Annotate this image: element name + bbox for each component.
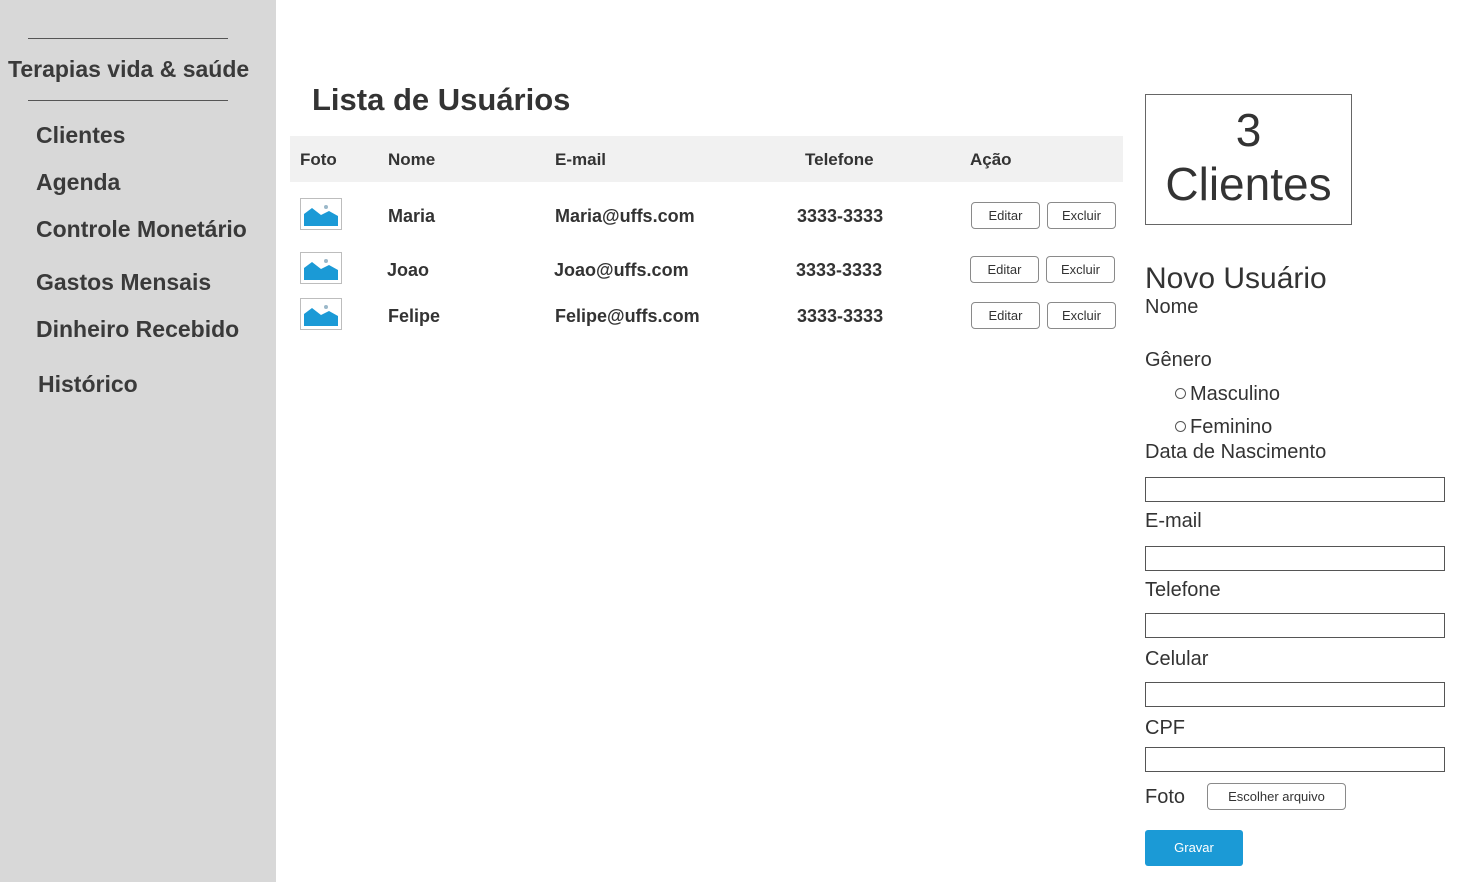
page-title: Lista de Usuários	[312, 82, 571, 117]
image-placeholder-icon	[300, 298, 342, 330]
choose-file-button[interactable]: Escolher arquivo	[1207, 783, 1346, 810]
sidebar-item-historico[interactable]: Histórico	[38, 371, 138, 398]
edit-button[interactable]: Editar	[971, 302, 1040, 329]
column-header-nome: Nome	[388, 150, 436, 169]
client-count-value: 3	[1235, 104, 1262, 156]
user-name: Maria	[388, 206, 436, 226]
sidebar-item-dinheiro-recebido[interactable]: Dinheiro Recebido	[36, 316, 239, 343]
email-field[interactable]	[1145, 546, 1445, 571]
sidebar-divider	[28, 38, 228, 39]
celular-label: Celular	[1145, 648, 1209, 670]
radio-label-feminino: Feminino	[1190, 416, 1273, 438]
email-label: E-mail	[1145, 510, 1202, 532]
user-name: Joao	[387, 260, 430, 280]
form-title: Novo Usuário	[1145, 262, 1327, 295]
user-phone: 3333-3333	[797, 206, 884, 226]
cpf-field[interactable]	[1145, 747, 1445, 772]
image-placeholder-icon	[300, 198, 342, 230]
telefone-field[interactable]	[1145, 613, 1445, 638]
foto-label: Foto	[1145, 786, 1186, 808]
delete-button[interactable]: Excluir	[1046, 256, 1115, 283]
user-phone: 3333-3333	[797, 306, 884, 326]
nome-label: Nome	[1145, 296, 1199, 318]
sidebar-item-agenda[interactable]: Agenda	[36, 169, 120, 196]
nascimento-field[interactable]	[1145, 477, 1445, 502]
radio-option-feminino[interactable]: Feminino	[1175, 416, 1272, 439]
edit-button[interactable]: Editar	[970, 256, 1039, 283]
user-email: Maria@uffs.com	[555, 206, 695, 226]
column-header-acao: Ação	[970, 150, 1012, 169]
user-name: Felipe	[388, 306, 441, 326]
nascimento-label: Data de Nascimento	[1145, 441, 1327, 463]
table-row: Maria Maria@uffs.com 3333-3333 Editar Ex…	[290, 198, 1123, 238]
column-header-foto: Foto	[300, 150, 337, 169]
sidebar: Terapias vida & saúde Clientes Agenda Co…	[0, 0, 276, 882]
column-header-telefone: Telefone	[805, 150, 874, 169]
delete-button[interactable]: Excluir	[1047, 202, 1116, 229]
cpf-label: CPF	[1145, 717, 1185, 739]
telefone-label: Telefone	[1145, 579, 1221, 601]
edit-button[interactable]: Editar	[971, 202, 1040, 229]
client-count-card: 3 Clientes	[1145, 94, 1352, 225]
table-header: Foto Nome E-mail Telefone Ação	[290, 136, 1123, 182]
celular-field[interactable]	[1145, 682, 1445, 707]
table-row: Joao Joao@uffs.com 3333-3333 Editar Excl…	[290, 252, 1123, 292]
genero-label: Gênero	[1145, 349, 1212, 371]
table-row: Felipe Felipe@uffs.com 3333-3333 Editar …	[290, 298, 1123, 338]
sidebar-item-controle-monetario[interactable]: Controle Monetário	[36, 216, 247, 243]
radio-icon[interactable]	[1175, 421, 1186, 432]
sidebar-item-gastos-mensais[interactable]: Gastos Mensais	[36, 269, 211, 296]
user-email: Joao@uffs.com	[554, 260, 689, 280]
image-placeholder-icon	[300, 252, 342, 284]
save-button[interactable]: Gravar	[1145, 830, 1243, 866]
radio-label-masculino: Masculino	[1190, 383, 1281, 405]
radio-icon[interactable]	[1175, 388, 1186, 399]
sidebar-divider	[28, 100, 228, 101]
client-count-label: Clientes	[1165, 158, 1332, 210]
user-email: Felipe@uffs.com	[555, 306, 700, 326]
column-header-email: E-mail	[555, 150, 607, 169]
radio-option-masculino[interactable]: Masculino	[1175, 383, 1280, 406]
delete-button[interactable]: Excluir	[1047, 302, 1116, 329]
user-phone: 3333-3333	[796, 260, 883, 280]
sidebar-item-clientes[interactable]: Clientes	[36, 122, 125, 149]
brand-title: Terapias vida & saúde	[8, 56, 250, 82]
